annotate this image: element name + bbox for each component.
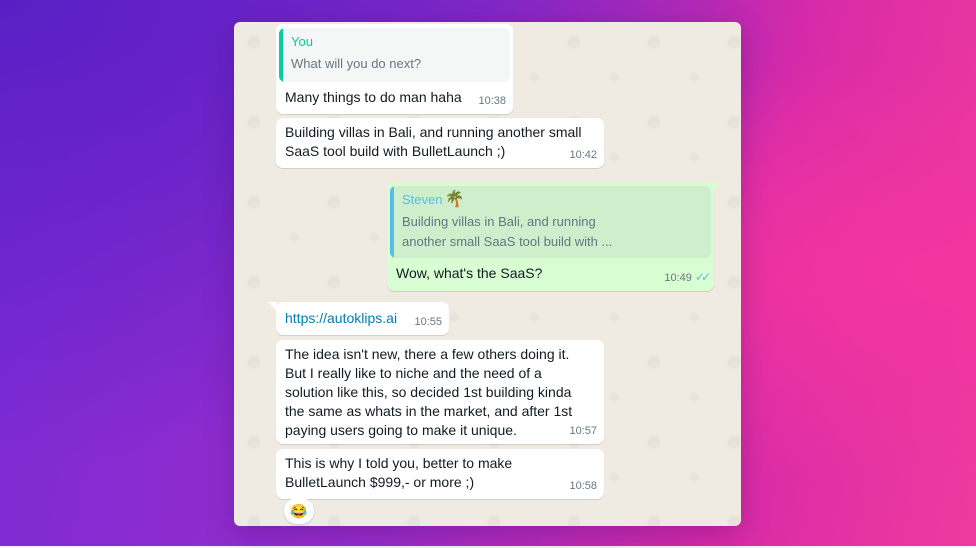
- message-text: This is why I told you, better to make B…: [285, 455, 513, 490]
- message-outgoing-reply[interactable]: Steven 🌴 Building villas in Bali, and run…: [387, 182, 714, 291]
- palm-tree-emoji: 🌴: [444, 191, 465, 208]
- message-time: 10:58: [569, 480, 597, 492]
- message-incoming[interactable]: Building villas in Bali, and running ano…: [276, 118, 604, 168]
- message-incoming-link[interactable]: https://autoklips.ai 10:55: [276, 302, 449, 335]
- quote-author: You: [291, 34, 313, 49]
- quoted-message[interactable]: You What will you do next?: [279, 28, 510, 82]
- message-incoming-reply[interactable]: You What will you do next? Many things t…: [276, 24, 513, 114]
- message-incoming[interactable]: The idea isn't new, there a few others d…: [276, 340, 604, 444]
- message-incoming[interactable]: This is why I told you, better to make B…: [276, 449, 604, 499]
- quote-author: Steven 🌴: [402, 192, 701, 208]
- quote-text: What will you do next?: [291, 56, 422, 71]
- message-time: 10:55: [414, 316, 442, 328]
- message-time: 10:57: [569, 425, 597, 437]
- message-time: 10:42: [569, 149, 597, 161]
- message-text: Building villas in Bali, and running ano…: [285, 124, 582, 159]
- double-check-read-icon: ✓✓: [694, 270, 711, 284]
- message-time: 10:49: [664, 272, 692, 284]
- quote-author-name: Steven: [402, 192, 443, 207]
- message-text: Wow, what's the SaaS?: [396, 265, 543, 281]
- chat-window: You What will you do next? Many things t…: [234, 22, 741, 526]
- message-text: The idea isn't new, there a few others d…: [285, 346, 573, 438]
- message-text: Many things to do man haha: [285, 89, 462, 105]
- message-time-status: 10:49 ✓✓: [664, 268, 711, 288]
- message-time: 10:38: [478, 95, 506, 107]
- quoted-message[interactable]: Steven 🌴 Building villas in Bali, and run…: [390, 186, 711, 258]
- reaction-emoji[interactable]: 😂: [284, 498, 314, 524]
- quote-text: Building villas in Bali, and running ano…: [402, 214, 613, 249]
